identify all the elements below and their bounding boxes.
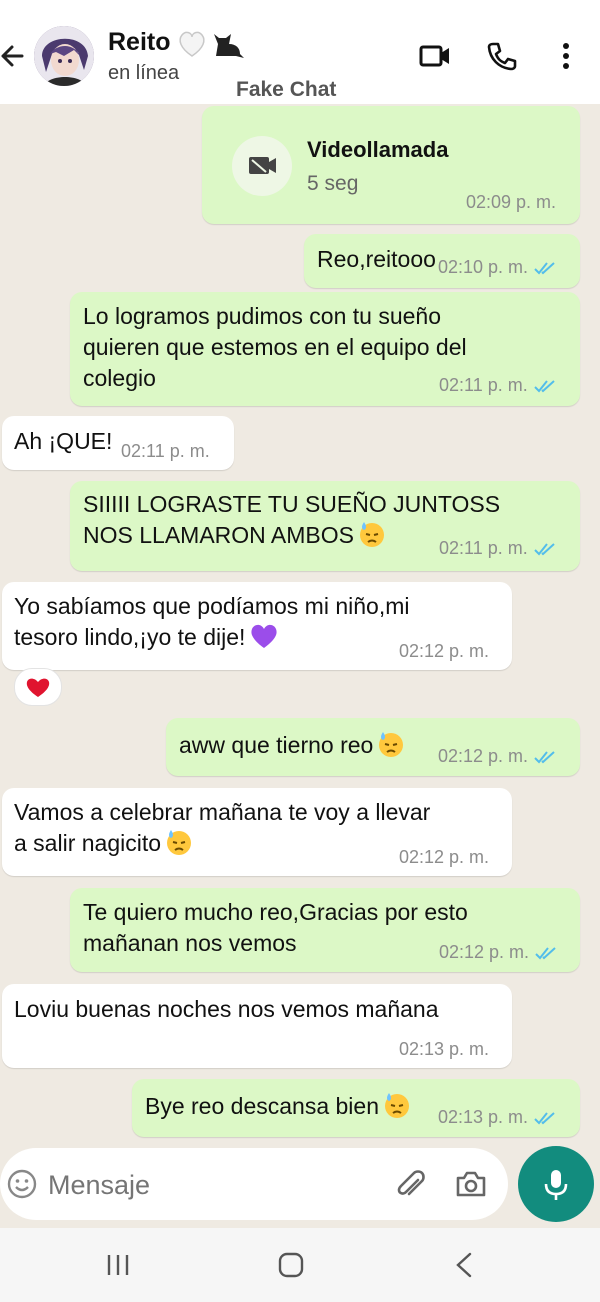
outgoing-message[interactable]: aww que tierno reo 02:12 p. m. [166, 718, 580, 776]
contact-name[interactable]: Reito [108, 28, 171, 57]
sweat-emoji [358, 520, 386, 548]
message-time: 02:12 p. m. [438, 746, 556, 767]
message-text: Te quiero mucho reo,Gracias por esto mañ… [83, 899, 468, 956]
video-camera-icon [232, 136, 292, 196]
message-text: Loviu buenas noches nos vemos mañana [14, 996, 439, 1022]
avatar[interactable] [34, 26, 94, 86]
message-reaction[interactable] [14, 668, 62, 706]
incoming-message[interactable]: Vamos a celebrar mañana te voy a llevar … [2, 788, 512, 876]
message-text: SIIIII LOGRASTE TU SUEÑO JUNTOSS NOS LLA… [83, 491, 501, 548]
video-call-message[interactable]: Videollamada 5 seg 02:09 p. m. [202, 106, 580, 224]
message-text: Vamos a celebrar mañana te voy a llevar … [14, 799, 431, 856]
message-text: Reo,reitooo [317, 246, 436, 272]
nav-back-icon[interactable] [452, 1250, 476, 1280]
read-ticks-icon [534, 380, 555, 393]
recent-apps-icon[interactable] [104, 1252, 132, 1278]
message-time: 02:12 p. m. [439, 942, 557, 963]
call-duration: 5 seg [307, 172, 359, 195]
outgoing-message[interactable]: SIIIII LOGRASTE TU SUEÑO JUNTOSS NOS LLA… [70, 481, 580, 571]
outgoing-message[interactable]: Te quiero mucho reo,Gracias por esto mañ… [70, 888, 580, 972]
phone-icon[interactable] [486, 40, 518, 72]
message-text: Yo sabíamos que podíamos mi niño,mi teso… [14, 593, 410, 650]
read-ticks-icon [534, 751, 555, 764]
read-ticks-icon [535, 947, 556, 960]
back-arrow-icon[interactable] [0, 38, 26, 74]
message-text: Bye reo descansa bien [145, 1091, 411, 1122]
message-time: 02:12 p. m. [399, 641, 490, 661]
message-time: 02:11 p. m. [439, 538, 556, 559]
outgoing-message[interactable]: Reo,reitooo 02:10 p. m. [304, 234, 580, 288]
outgoing-message[interactable]: Lo logramos pudimos con tu sueño quieren… [70, 292, 580, 406]
incoming-message[interactable]: Loviu buenas noches nos vemos mañana 02:… [2, 984, 512, 1068]
message-time: 02:13 p. m. [438, 1107, 556, 1128]
mic-button[interactable] [518, 1146, 594, 1222]
message-text: Ah ¡QUE! [14, 428, 113, 454]
fake-chat-watermark: Fake Chat [236, 78, 337, 101]
read-ticks-icon [534, 1112, 555, 1125]
message-time: 02:13 p. m. [399, 1039, 490, 1059]
message-time: 02:10 p. m. [438, 257, 556, 278]
system-nav-bar [0, 1228, 600, 1302]
message-input[interactable] [46, 1162, 380, 1208]
message-text: Lo logramos pudimos con tu sueño quieren… [83, 303, 467, 391]
read-ticks-icon [534, 543, 555, 556]
name-emojis [176, 28, 248, 65]
message-composer [0, 1148, 508, 1220]
sweat-emoji [377, 730, 405, 758]
attach-icon[interactable] [394, 1168, 428, 1202]
message-time: 02:11 p. m. [121, 441, 210, 461]
incoming-message[interactable]: Yo sabíamos que podíamos mi niño,mi teso… [2, 582, 512, 670]
video-call-icon[interactable] [418, 40, 450, 72]
message-time: 02:12 p. m. [399, 847, 490, 867]
purple-heart-emoji [249, 622, 277, 650]
chat-area[interactable]: Videollamada 5 seg 02:09 p. m. Reo,reito… [0, 104, 600, 1148]
contact-status: en línea [108, 62, 180, 84]
incoming-message[interactable]: Ah ¡QUE! 02:11 p. m. [2, 416, 234, 470]
call-title: Videollamada [307, 137, 449, 162]
mic-icon [544, 1170, 568, 1200]
message-text: aww que tierno reo [179, 730, 405, 761]
home-icon[interactable] [276, 1250, 306, 1280]
sweat-emoji [383, 1091, 411, 1119]
emoji-icon[interactable] [6, 1168, 38, 1200]
outgoing-message[interactable]: Bye reo descansa bien 02:13 p. m. [132, 1079, 580, 1137]
more-options-icon[interactable] [554, 40, 578, 72]
chat-header: Reito en línea Fake Chat [0, 0, 600, 104]
sweat-emoji [165, 828, 193, 856]
message-time: 02:09 p. m. [465, 192, 556, 212]
message-time: 02:11 p. m. [439, 375, 556, 396]
camera-icon[interactable] [454, 1168, 488, 1200]
read-ticks-icon [534, 262, 555, 275]
